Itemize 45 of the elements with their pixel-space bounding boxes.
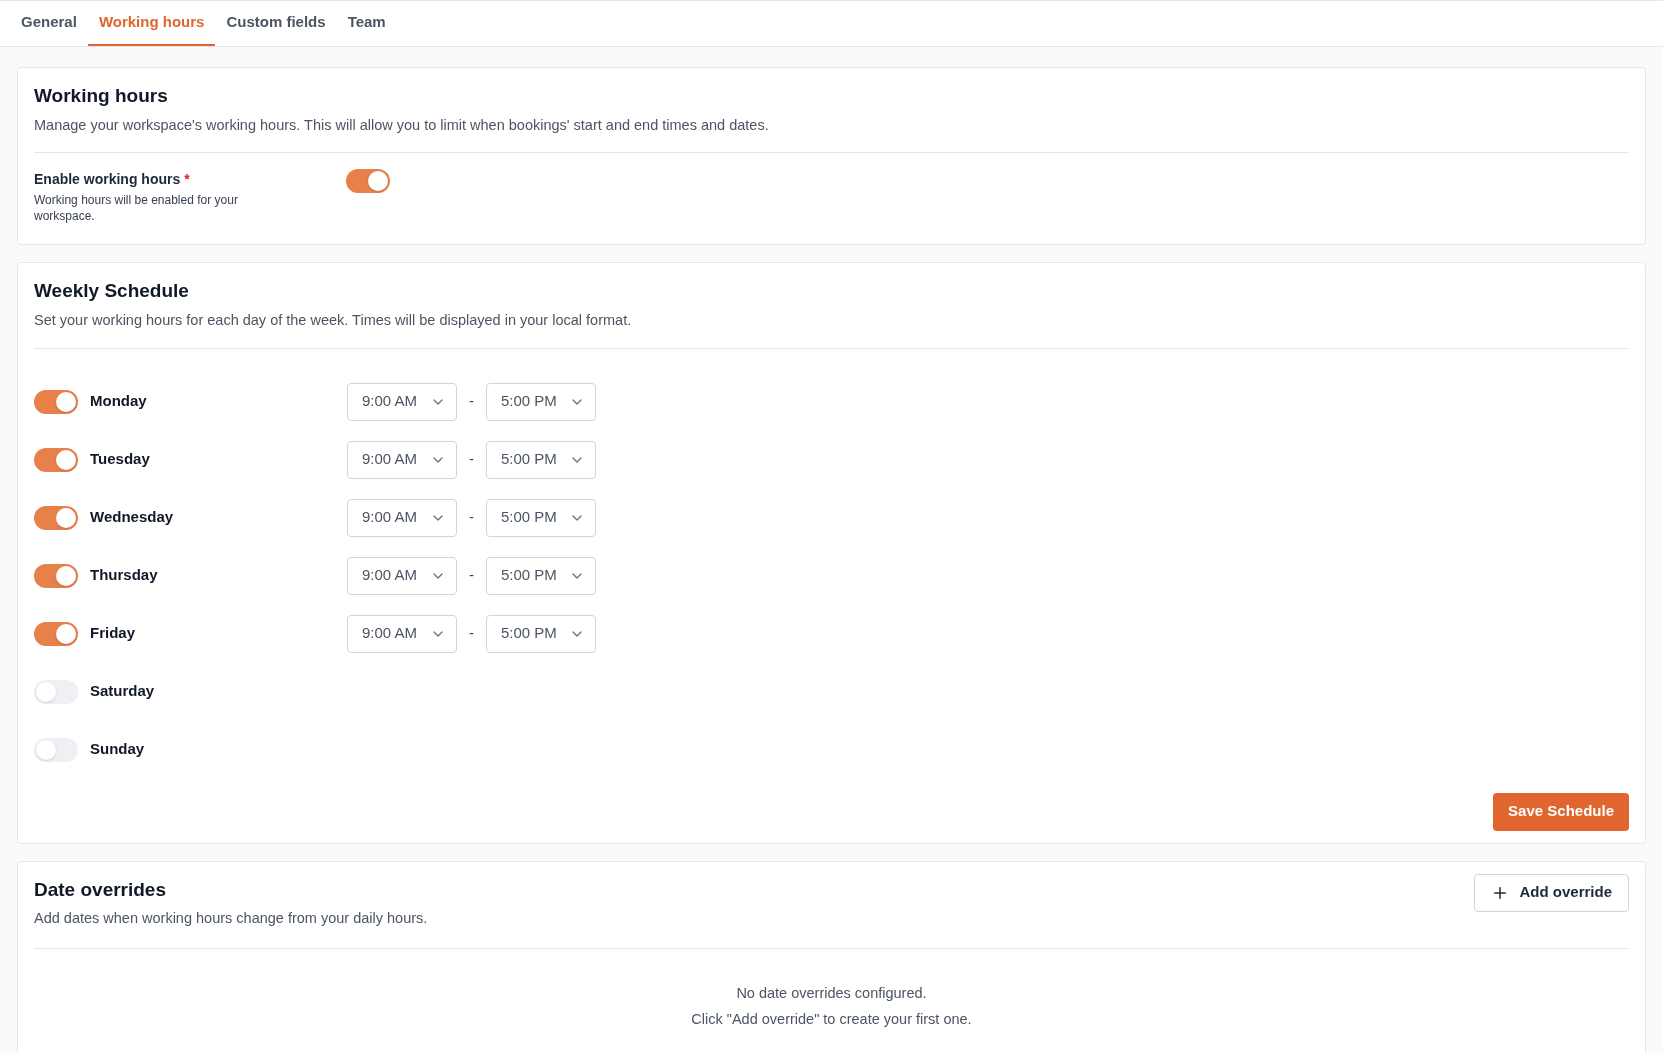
section-description: Set your working hours for each day of the week. Times will be displayed in your local format. <box>34 310 633 330</box>
day-label: Sunday <box>90 739 145 760</box>
toggle-switch[interactable] <box>34 447 78 472</box>
time-select[interactable]: 9:00 AM <box>347 498 457 537</box>
range-separator: - <box>469 391 474 412</box>
empty-state-text: No date overrides configured. <box>736 983 927 1003</box>
time-select[interactable]: 9:00 AM <box>347 556 457 595</box>
time-select[interactable]: 9:00 AM <box>347 382 457 421</box>
toggle-switch[interactable] <box>34 679 78 704</box>
time-select[interactable]: 9:00 AM <box>347 614 457 653</box>
time-select[interactable]: 5:00 PM <box>486 440 596 479</box>
time-select[interactable]: 9:00 AM <box>347 440 457 479</box>
toggle-switch[interactable] <box>346 169 390 194</box>
add-override-button[interactable]: Add override <box>1474 873 1629 912</box>
range-separator: - <box>469 507 474 528</box>
toggle-switch[interactable] <box>34 621 78 646</box>
tab[interactable]: Custom fields <box>215 1 337 46</box>
time-select[interactable]: 5:00 PM <box>486 614 596 653</box>
section-description: Manage your workspace's working hours. This will allow you to limit when bookings' start and end times and dates. <box>34 115 770 135</box>
time-select[interactable]: 5:00 PM <box>486 382 596 421</box>
section-title: Working hours <box>34 84 169 108</box>
toggle-switch[interactable] <box>34 563 78 588</box>
day-label: Wednesday <box>90 507 174 528</box>
day-label: Thursday <box>90 565 158 586</box>
required-mark: * <box>184 170 190 190</box>
field-label: Enable working hours <box>34 170 181 190</box>
day-label: Monday <box>90 391 147 412</box>
time-select[interactable]: 5:00 PM <box>486 498 596 537</box>
day-label: Friday <box>90 623 135 644</box>
section-title: Date overrides <box>34 877 167 902</box>
field-hint: Working hours will be enabled for your workspace. <box>34 192 239 225</box>
tab[interactable]: General <box>10 1 88 46</box>
range-separator: - <box>469 623 474 644</box>
day-label: Saturday <box>90 681 155 702</box>
range-separator: - <box>469 565 474 586</box>
tab[interactable]: Team <box>336 1 397 46</box>
toggle-switch[interactable] <box>34 737 78 762</box>
toggle-switch[interactable] <box>34 389 78 414</box>
section-description: Add dates when working hours change from your daily hours. <box>34 909 428 928</box>
range-separator: - <box>469 449 474 470</box>
day-label: Tuesday <box>90 449 150 470</box>
empty-state-text: Click "Add override" to create your first one. <box>691 1009 972 1029</box>
section-title: Weekly Schedule <box>34 279 190 304</box>
toggle-switch[interactable] <box>34 505 78 530</box>
time-select[interactable]: 5:00 PM <box>486 556 596 595</box>
